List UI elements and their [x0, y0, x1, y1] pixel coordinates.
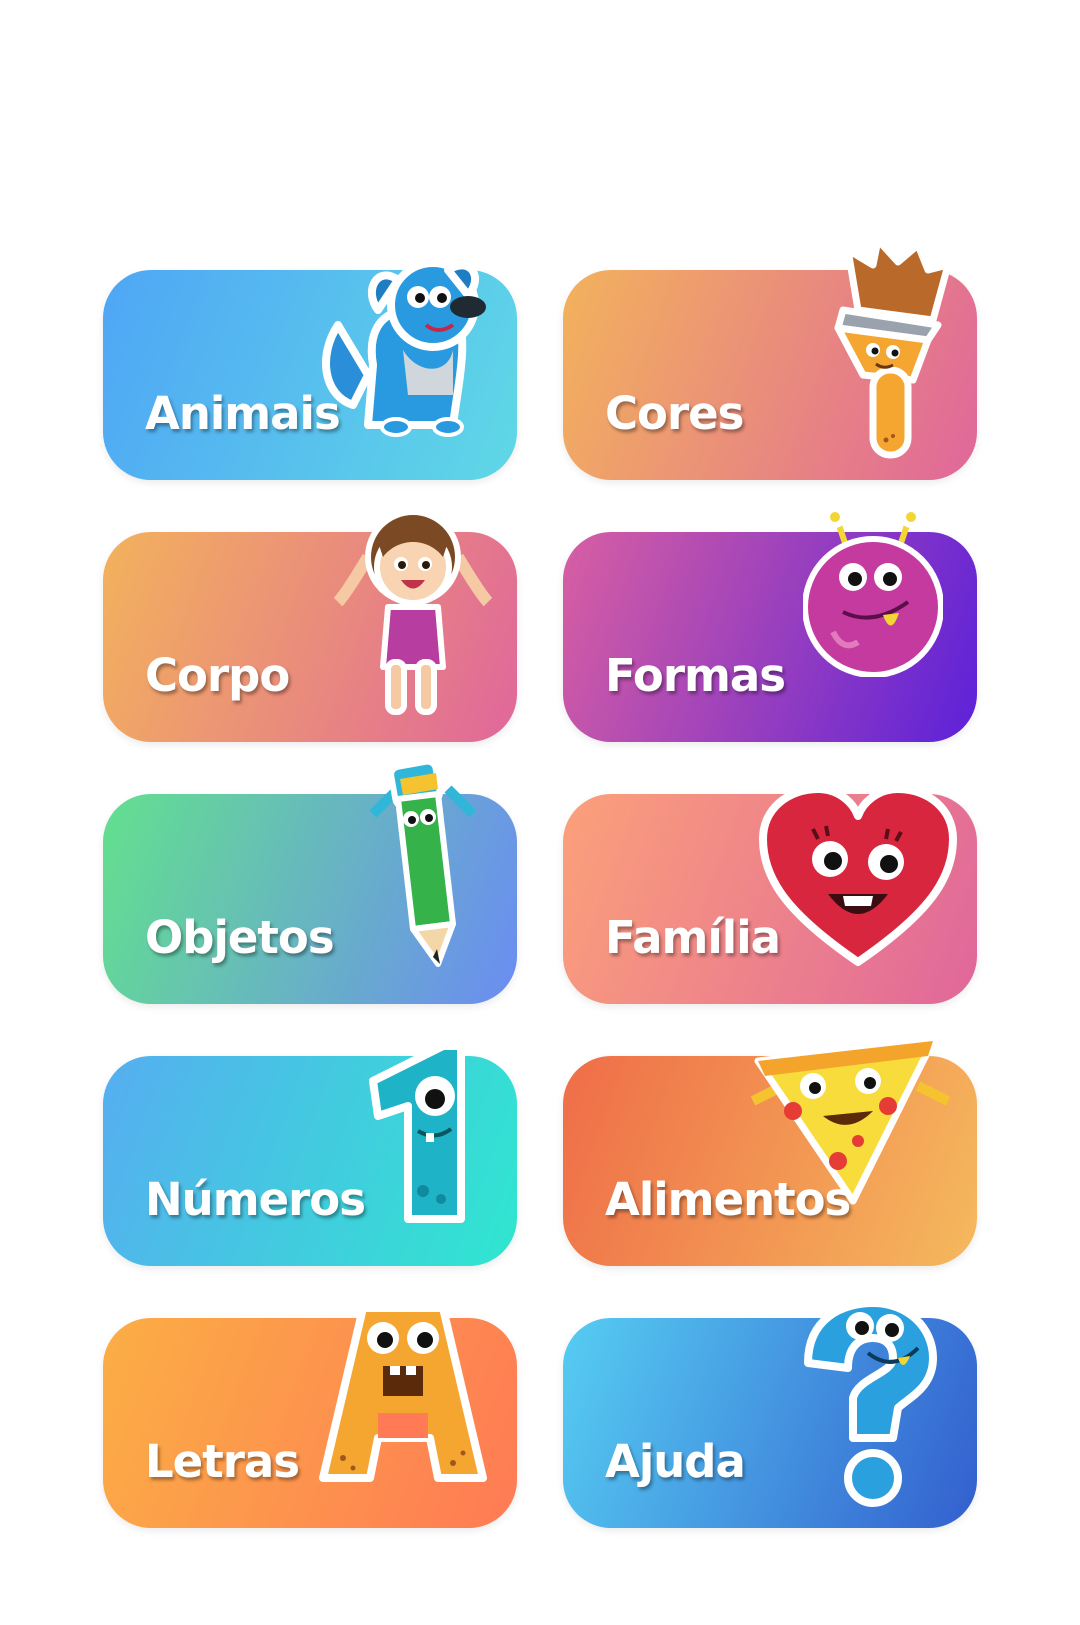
category-card-alimentos[interactable]: Alimentos	[563, 1037, 977, 1266]
card-label: Ajuda	[605, 1435, 746, 1488]
card-background[interactable]	[563, 270, 977, 480]
category-card-objetos[interactable]: Objetos	[103, 759, 517, 1004]
card-label: Família	[605, 911, 781, 964]
category-card-letras[interactable]: Letras	[103, 1304, 517, 1528]
card-label: Alimentos	[605, 1173, 851, 1226]
card-background[interactable]	[563, 794, 977, 1004]
card-label: Formas	[605, 649, 786, 702]
card-label: Animais	[145, 387, 341, 440]
card-background[interactable]	[103, 1318, 517, 1528]
category-card-formas[interactable]: Formas	[563, 507, 977, 742]
category-grid: Animais Cores Corpo Formas Objetos Famíl…	[103, 240, 977, 1528]
card-background[interactable]	[103, 1056, 517, 1266]
card-background[interactable]	[563, 1318, 977, 1528]
category-card-ajuda[interactable]: Ajuda	[563, 1299, 977, 1528]
category-card-familia[interactable]: Família	[563, 785, 977, 1004]
card-label: Números	[145, 1173, 366, 1226]
card-background[interactable]	[563, 532, 977, 742]
category-card-numeros[interactable]: Números	[103, 1042, 517, 1266]
category-card-corpo[interactable]: Corpo	[103, 509, 517, 742]
category-menu-screen: Animais Cores Corpo Formas Objetos Famíl…	[0, 0, 1080, 1625]
card-background[interactable]	[103, 532, 517, 742]
card-label: Cores	[605, 387, 744, 440]
card-background[interactable]	[103, 270, 517, 480]
category-card-cores[interactable]: Cores	[563, 240, 977, 480]
card-background[interactable]	[103, 794, 517, 1004]
card-label: Objetos	[145, 911, 335, 964]
card-background[interactable]	[563, 1056, 977, 1266]
card-label: Corpo	[145, 649, 290, 702]
category-card-animais[interactable]: Animais	[103, 259, 517, 480]
card-label: Letras	[145, 1435, 300, 1488]
